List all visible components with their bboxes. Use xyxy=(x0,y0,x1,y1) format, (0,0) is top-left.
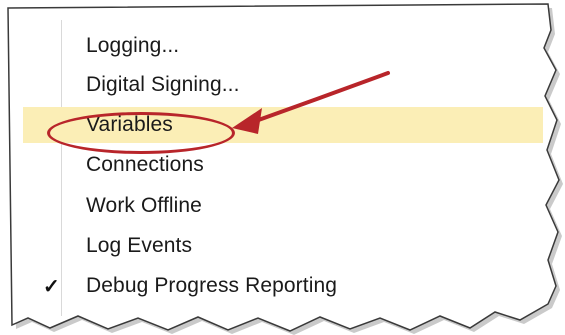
screenshot-stage: Logging... Digital Signing... Variables … xyxy=(0,0,565,335)
red-arrow-icon xyxy=(232,71,390,134)
